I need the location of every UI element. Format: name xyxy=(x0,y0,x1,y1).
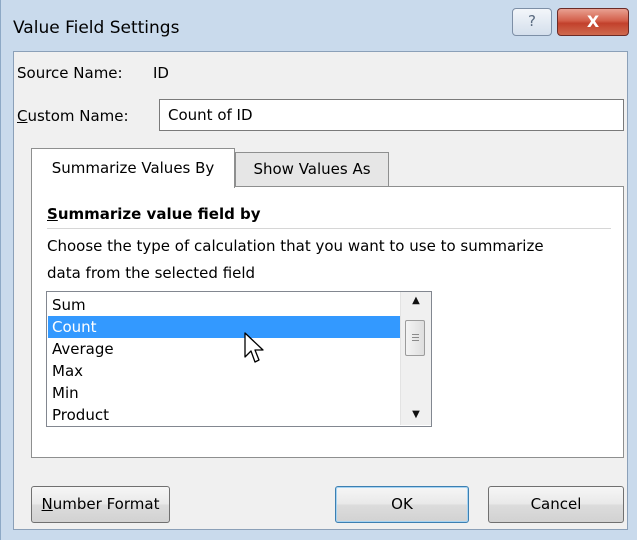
heading-divider xyxy=(47,228,611,229)
custom-name-label-text: ustom Name: xyxy=(27,107,129,125)
calculation-listbox[interactable]: Sum Count Average Max Min Product xyxy=(46,291,432,427)
number-format-label: umber Format xyxy=(52,495,160,513)
cancel-button[interactable]: Cancel xyxy=(488,486,624,523)
ok-button[interactable]: OK xyxy=(335,486,469,523)
tab-summarize-values-by[interactable]: Summarize Values By xyxy=(31,148,235,188)
list-item-average[interactable]: Average xyxy=(48,338,400,360)
source-name-value: ID xyxy=(153,64,169,82)
title-bar: Value Field Settings ? X xyxy=(1,0,637,50)
list-item-product[interactable]: Product xyxy=(48,404,400,426)
source-name-label: Source Name: xyxy=(17,64,123,82)
triangle-up-icon: ▲ xyxy=(412,295,420,306)
listbox-scrollbar[interactable]: ▲ ▼ xyxy=(400,292,431,425)
list-item-count[interactable]: Count xyxy=(48,316,400,338)
summarize-heading: Summarize value field by xyxy=(47,205,261,223)
grip-line-icon xyxy=(412,340,419,341)
number-format-button[interactable]: Number Format xyxy=(31,486,170,523)
grip-line-icon xyxy=(412,334,419,335)
list-item-sum[interactable]: Sum xyxy=(48,294,400,316)
scroll-thumb[interactable] xyxy=(405,320,425,356)
number-format-accelerator: N xyxy=(41,495,53,513)
grip-line-icon xyxy=(412,337,419,338)
close-x-icon: X xyxy=(586,12,600,31)
list-item-max[interactable]: Max xyxy=(48,360,400,382)
dialog-title: Value Field Settings xyxy=(13,18,180,38)
scroll-down-button[interactable]: ▼ xyxy=(401,406,431,424)
description-line-2: data from the selected field xyxy=(47,264,256,282)
summarize-heading-accelerator: S xyxy=(47,205,58,223)
description-line-1: Choose the type of calculation that you … xyxy=(47,237,544,255)
custom-name-accelerator: C xyxy=(17,107,28,125)
custom-name-label: Custom Name: xyxy=(17,107,129,125)
summarize-heading-text: ummarize value field by xyxy=(57,205,261,223)
custom-name-input[interactable]: Count of ID xyxy=(159,99,624,131)
scroll-up-button[interactable]: ▲ xyxy=(401,292,431,310)
triangle-down-icon: ▼ xyxy=(412,409,420,420)
close-button[interactable]: X xyxy=(557,8,629,36)
list-item-min[interactable]: Min xyxy=(48,382,400,404)
question-mark-icon: ? xyxy=(528,12,536,30)
help-button[interactable]: ? xyxy=(512,8,552,36)
tab-show-values-as[interactable]: Show Values As xyxy=(235,152,389,186)
value-field-settings-dialog: Value Field Settings ? X Source Name: ID… xyxy=(0,0,637,540)
mouse-pointer-icon xyxy=(244,332,264,363)
